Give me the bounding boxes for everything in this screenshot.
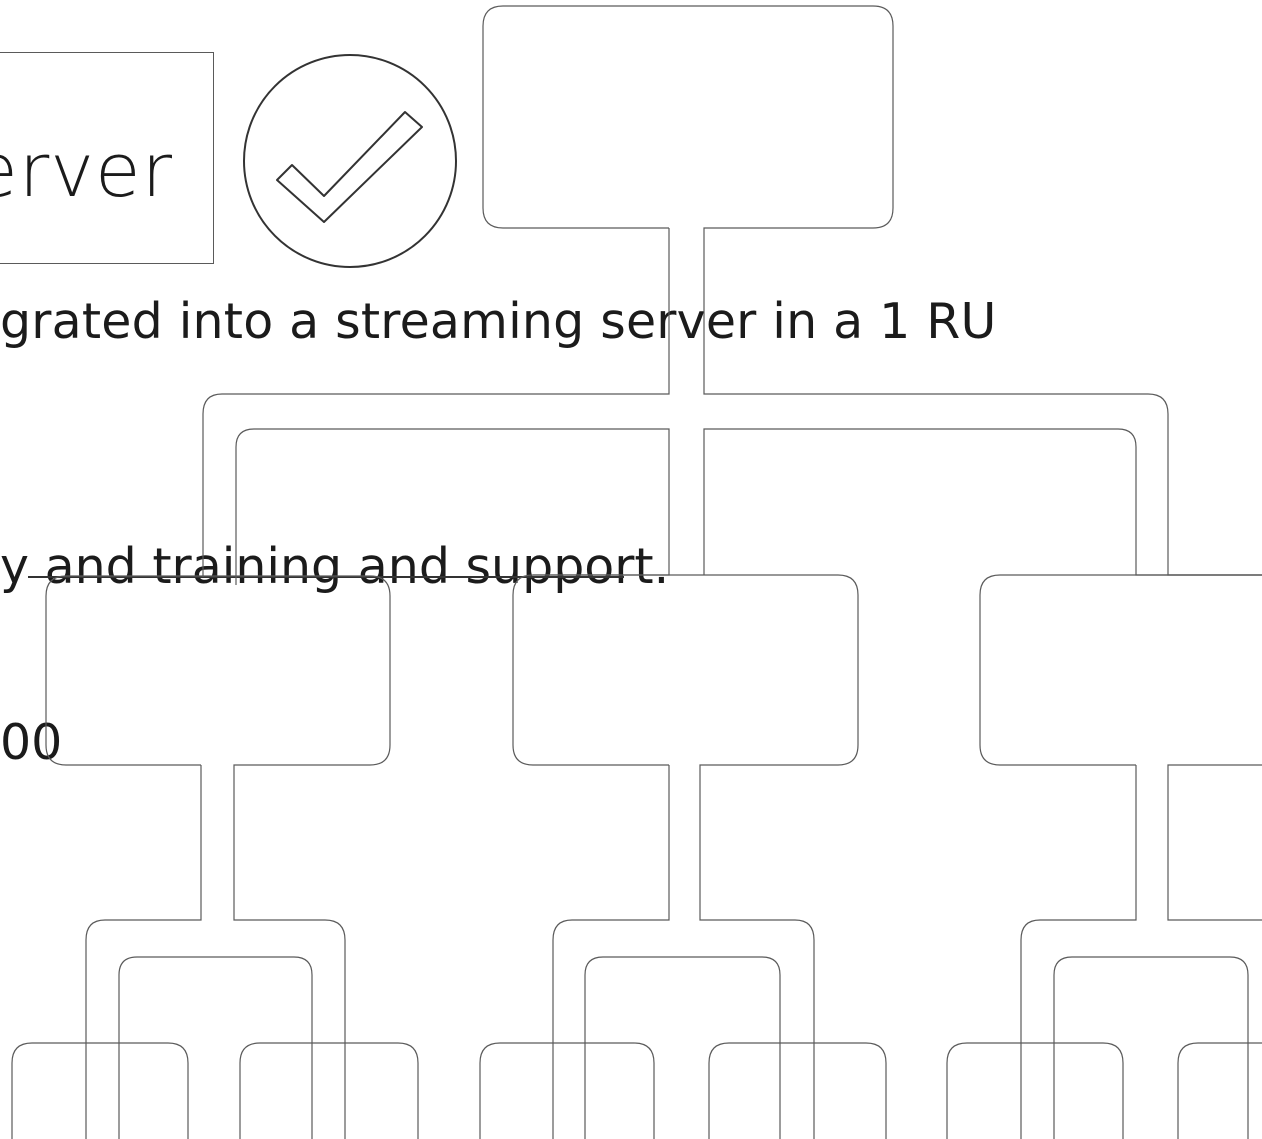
connector-level-1 [235, 428, 1262, 585]
node-mid-right [979, 574, 1262, 1139]
node-mid-left [45, 575, 391, 1139]
checkmark-circle-icon [243, 54, 457, 268]
node-top [202, 5, 1262, 577]
node-bottom-row [11, 1042, 1262, 1139]
node-mid-center [512, 574, 859, 1139]
hierarchy-diagram [11, 5, 1262, 1139]
